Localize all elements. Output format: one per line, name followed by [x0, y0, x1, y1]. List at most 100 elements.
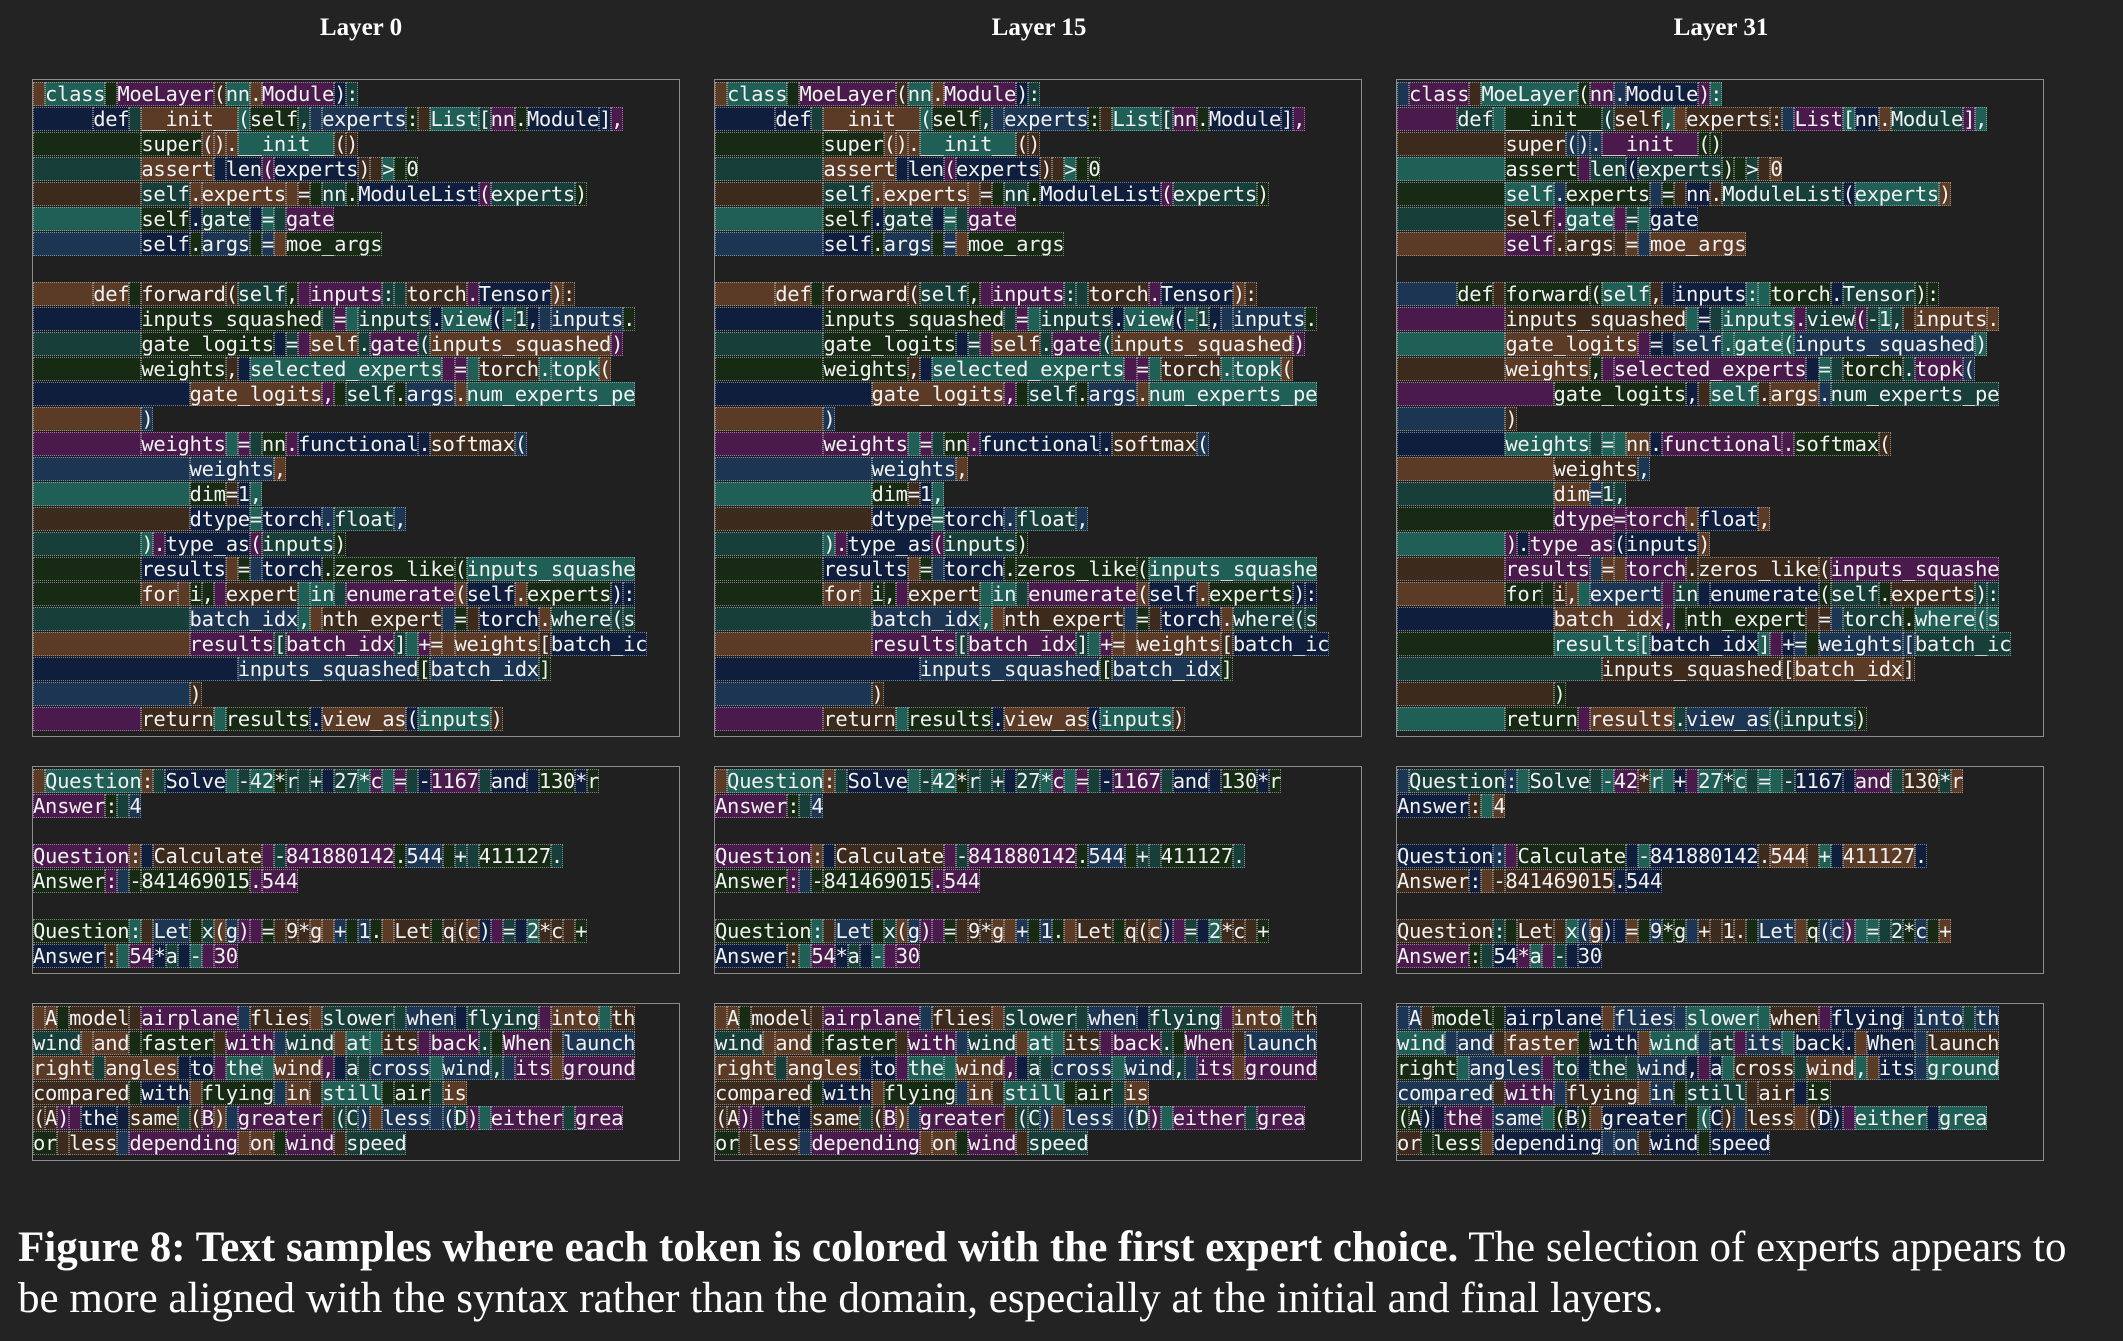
token: x — [1565, 919, 1578, 943]
token: : — [823, 769, 836, 793]
token — [1613, 919, 1626, 943]
token — [1806, 357, 1819, 381]
token — [715, 382, 872, 406]
token: - — [1637, 844, 1650, 868]
token — [1397, 532, 1506, 556]
token — [715, 769, 728, 793]
token: - — [273, 844, 286, 868]
token: ) — [334, 532, 347, 556]
text-sample-line: wind and faster with wind at its back. W… — [1397, 1031, 2043, 1056]
token: inputs_squashed — [1112, 332, 1294, 356]
token: ( — [418, 332, 431, 356]
token — [1613, 557, 1626, 581]
token — [33, 632, 190, 656]
token: weights — [454, 632, 539, 656]
code-sample-line: super().__init__() — [33, 132, 679, 157]
token — [1481, 794, 1494, 818]
token — [1076, 1006, 1089, 1030]
token — [823, 844, 836, 868]
token: airplane — [1505, 1006, 1602, 1030]
token: inputs — [1625, 532, 1699, 556]
token: dtype — [189, 507, 250, 531]
code-sample-line: gate_logits = self.gate(inputs_squashed) — [1397, 332, 2043, 357]
math-sample-line — [1397, 819, 2043, 844]
token: angles — [105, 1056, 178, 1080]
token: c — [550, 919, 564, 943]
token — [931, 432, 944, 456]
token — [334, 1131, 347, 1155]
token: ] — [1220, 657, 1233, 681]
token — [811, 282, 824, 306]
token: = — [1016, 307, 1029, 331]
token: view_as — [322, 707, 407, 731]
token: gate_logits — [871, 382, 1005, 406]
token: : — [811, 844, 824, 868]
token — [33, 207, 142, 231]
token — [1172, 919, 1185, 943]
token — [478, 769, 491, 793]
token: ( — [1625, 157, 1638, 181]
token — [297, 332, 310, 356]
token — [1004, 919, 1017, 943]
token: ) — [1698, 532, 1711, 556]
token: r — [1269, 769, 1282, 793]
token — [1794, 1081, 1807, 1105]
token — [33, 607, 190, 631]
token: ) — [1148, 1106, 1161, 1130]
token: gate_logits — [189, 382, 323, 406]
token: forward — [141, 282, 226, 306]
token: batch_ic — [1232, 632, 1330, 656]
token: > — [1064, 157, 1077, 181]
token — [1914, 1056, 1927, 1080]
token — [297, 282, 311, 306]
token: 841469015 — [823, 869, 932, 893]
token — [1016, 382, 1029, 406]
token — [213, 1031, 226, 1055]
token — [991, 607, 1005, 631]
token: 1 — [1601, 482, 1614, 506]
token — [895, 582, 908, 606]
token — [907, 432, 920, 456]
code-sample-line: results = torch.zeros_like(inputs_squash… — [33, 557, 679, 582]
token: . — [1734, 919, 1747, 943]
token — [1088, 769, 1101, 793]
code-sample-line: self.experts = nn.ModuleList(experts) — [33, 182, 679, 207]
token — [1245, 919, 1258, 943]
token: * — [1902, 919, 1915, 943]
token: : — [1469, 869, 1482, 893]
token: MoeLayer — [1481, 82, 1578, 106]
token: __init__ — [823, 107, 920, 131]
token — [334, 1056, 347, 1080]
token — [1124, 357, 1137, 381]
token: ( — [1782, 332, 1795, 356]
token: + — [1100, 632, 1113, 656]
token — [346, 919, 359, 943]
token: flies — [249, 1006, 311, 1030]
token: torch — [406, 282, 467, 306]
token: ( — [1806, 1106, 1819, 1130]
token: . — [1196, 582, 1209, 606]
token — [715, 432, 824, 456]
token: = — [919, 432, 932, 456]
token — [1397, 632, 1554, 656]
token: wind — [715, 1031, 764, 1055]
token: is — [1806, 1081, 1831, 1105]
token: . — [322, 557, 335, 581]
token: + — [1257, 919, 1270, 943]
token: . — [346, 182, 359, 206]
token: ( — [1613, 532, 1626, 556]
token: . — [285, 432, 298, 456]
token: 841469015 — [141, 869, 250, 893]
token: . — [1076, 844, 1089, 868]
token — [979, 332, 992, 356]
token: wind — [33, 1031, 82, 1055]
token: [ — [1842, 107, 1855, 131]
math-sample-line: Question: Let x(g) = 9*g + 1. Let q(c) =… — [715, 919, 1361, 944]
token — [33, 357, 142, 381]
code-sample-line: ) — [33, 407, 679, 432]
code-sample-line: def __init__(self, experts: List[nn.Modu… — [715, 107, 1361, 132]
token — [931, 232, 944, 256]
math-sample-line: Question: Calculate -841880142.544 + 411… — [1397, 844, 2043, 869]
token: view_as — [1686, 707, 1771, 731]
token: q — [1806, 919, 1819, 943]
